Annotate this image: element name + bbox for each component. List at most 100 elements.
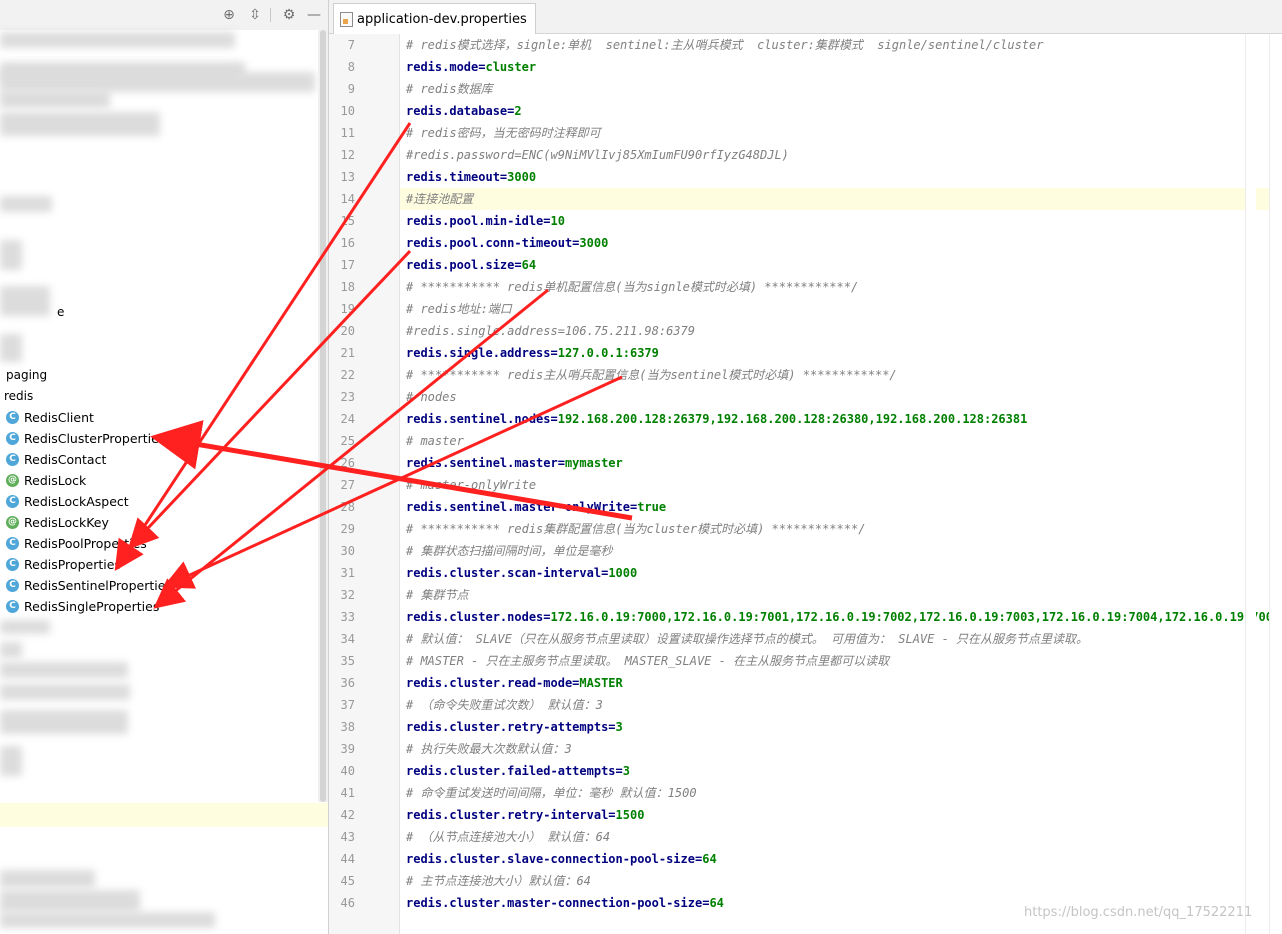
- code-comment: # redis地址:端口: [406, 302, 512, 316]
- tree-item[interactable]: C RedisSingleProperties: [6, 596, 159, 616]
- equals-sign: =: [550, 412, 558, 426]
- tree-item-label: RedisSingleProperties: [24, 598, 160, 614]
- property-key: redis.sentinel.master: [406, 456, 558, 470]
- property-value: 2: [514, 104, 522, 118]
- code-comment: # 集群节点: [406, 588, 469, 602]
- property-key: redis.cluster.retry-interval: [406, 808, 609, 822]
- code-comment: # 命令重试发送时间间隔，单位：毫秒 默认值：1500: [406, 786, 697, 800]
- line-number: 21: [340, 346, 355, 360]
- code-comment: # nodes: [406, 390, 457, 404]
- property-value: 10: [550, 214, 565, 228]
- tree-item[interactable]: C RedisPoolProperties: [6, 533, 147, 553]
- line-number: 29: [340, 522, 355, 536]
- tree-item[interactable]: C RedisProperties: [6, 554, 121, 574]
- line-number: 34: [340, 632, 355, 646]
- tree-item-label: RedisClient: [24, 409, 94, 425]
- line-number: 15: [340, 214, 355, 228]
- code-comment: # redis密码，当无密码时注释即可: [406, 126, 601, 140]
- error-marker-strip[interactable]: [1269, 34, 1282, 934]
- class-icon: C: [6, 578, 19, 592]
- tree-fragment-paging[interactable]: paging: [6, 368, 47, 382]
- property-value: cluster: [485, 60, 537, 74]
- obscured-tree-item: [0, 112, 160, 136]
- obscured-tree-item: [0, 642, 22, 658]
- code-comment: # 默认值： SLAVE（只在从服务节点里读取）设置读取操作选择节点的模式。 可…: [406, 632, 1089, 646]
- code-property: redis.database=2: [406, 100, 522, 122]
- properties-file-icon: [340, 11, 353, 27]
- tree-item-label: RedisClusterProperties: [24, 430, 166, 446]
- property-value: 64: [702, 852, 717, 866]
- obscured-tree-item: [0, 90, 110, 108]
- code-comment: #连接池配置: [406, 192, 474, 206]
- editor-tab-bar: application-dev.properties: [329, 0, 1282, 34]
- tree-item-label: RedisLockKey: [24, 514, 109, 530]
- line-number: 23: [340, 390, 355, 404]
- code-property: redis.pool.min-idle=10: [406, 210, 565, 232]
- crosshair-icon[interactable]: ⊕: [220, 6, 238, 24]
- code-comment: # master: [406, 434, 464, 448]
- annotation-icon: @: [6, 473, 19, 487]
- obscured-tree-item: [0, 32, 235, 48]
- line-number: 28: [340, 500, 355, 514]
- code-property: redis.cluster.slave-connection-pool-size…: [406, 848, 717, 870]
- project-scrollbar[interactable]: [318, 30, 328, 802]
- line-number: 9: [347, 82, 355, 96]
- property-value: 3000: [579, 236, 609, 250]
- editor-scrollbar[interactable]: [1245, 34, 1256, 934]
- code-comment: # *********** redis主从哨兵配置信息(当为sentinel模式…: [406, 368, 897, 382]
- tree-item[interactable]: C RedisLockAspect: [6, 491, 129, 511]
- property-key: redis.pool.conn-timeout: [406, 236, 573, 250]
- line-number: 17: [340, 258, 355, 272]
- scrollbar-thumb[interactable]: [320, 30, 326, 802]
- tab-application-dev-properties[interactable]: application-dev.properties: [333, 3, 536, 34]
- code-comment: # *********** redis单机配置信息(当为signle模式时必填)…: [406, 280, 859, 294]
- tree-item[interactable]: C RedisSentinelProperties: [6, 575, 172, 595]
- obscured-tree-item: [0, 240, 22, 270]
- property-key: redis.database: [406, 104, 508, 118]
- line-number: 11: [340, 126, 355, 140]
- tree-item[interactable]: C RedisContact: [6, 449, 106, 469]
- property-key: redis.cluster.retry-attempts: [406, 720, 609, 734]
- tree-item-label: RedisContact: [24, 451, 107, 467]
- watermark: https://blog.csdn.net/qq_17522211: [1024, 905, 1253, 920]
- tree-folder-redis[interactable]: redis: [4, 389, 33, 403]
- code-property: redis.cluster.scan-interval=1000: [406, 562, 637, 584]
- tree-item[interactable]: @ RedisLock: [6, 470, 86, 490]
- obscured-tree-item: [0, 196, 52, 212]
- property-value: true: [637, 500, 667, 514]
- tree-item[interactable]: C RedisClient: [6, 407, 94, 427]
- line-number: 7: [347, 38, 355, 52]
- equals-sign: =: [608, 808, 616, 822]
- code-comment: #redis.password=ENC(w9NiMVlIvj85XmIumFU9…: [406, 148, 789, 162]
- collapse-icon[interactable]: ⇳: [246, 6, 264, 24]
- tree-item-label: RedisSentinelProperties: [24, 577, 172, 593]
- code-comment: #redis.single.address=106.75.211.98:6379: [406, 324, 695, 338]
- code-property: redis.cluster.retry-attempts=3: [406, 716, 623, 738]
- property-key: redis.timeout: [406, 170, 500, 184]
- tree-item[interactable]: @ RedisLockKey: [6, 512, 109, 532]
- property-value: 3000: [507, 170, 537, 184]
- gear-icon[interactable]: ⚙: [280, 6, 298, 24]
- code-property: redis.sentinel.master=mymaster: [406, 452, 623, 474]
- obscured-tree-item: [0, 684, 130, 700]
- class-icon: C: [6, 599, 19, 613]
- line-number: 31: [340, 566, 355, 580]
- obscured-tree-item: [0, 890, 140, 912]
- code-property: redis.mode=cluster: [406, 56, 536, 78]
- tree-item[interactable]: C RedisClusterProperties: [6, 428, 165, 448]
- obscured-tree-item: [0, 912, 215, 928]
- obscured-tree-item: [0, 620, 50, 634]
- property-value: mymaster: [564, 456, 623, 470]
- code-property: redis.cluster.failed-attempts=3: [406, 760, 630, 782]
- minimize-icon[interactable]: —: [305, 6, 323, 24]
- code-comment: # *********** redis集群配置信息(当为cluster模式时必填…: [406, 522, 866, 536]
- code-comment: # （从节点连接池大小） 默认值：64: [406, 830, 611, 844]
- property-key: redis.cluster.read-mode: [406, 676, 573, 690]
- obscured-tree-item: [0, 286, 50, 316]
- line-number: 33: [340, 610, 355, 624]
- toolbar-divider: [270, 8, 271, 22]
- line-number: 45: [340, 874, 355, 888]
- selected-tree-row[interactable]: [0, 803, 328, 827]
- equals-sign: =: [543, 214, 551, 228]
- property-value: 1000: [608, 566, 638, 580]
